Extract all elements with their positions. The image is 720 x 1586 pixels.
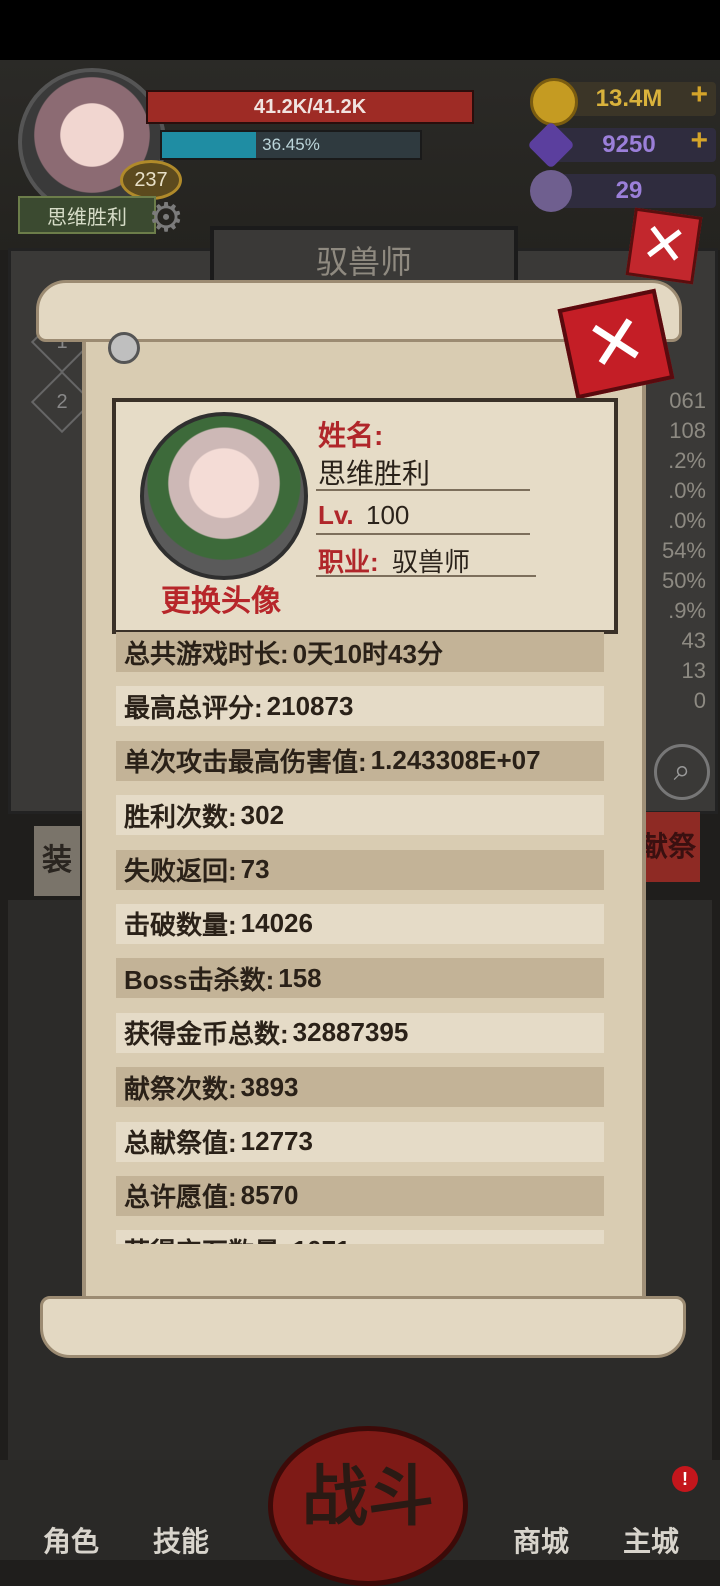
search-icon[interactable]: ⌕ bbox=[654, 744, 710, 800]
stat-row: 获得金币总数: 32887395 bbox=[116, 1012, 604, 1053]
stat-value: 14026 bbox=[240, 908, 313, 939]
stat-row: 总献祭值: 12773 bbox=[116, 1121, 604, 1162]
scroll-bottom-roll bbox=[40, 1296, 686, 1358]
stat-row: 胜利次数: 302 bbox=[116, 795, 604, 836]
side-value: .2% bbox=[668, 448, 706, 473]
stat-label: 献祭次数: bbox=[124, 1073, 237, 1104]
side-value: 061 bbox=[669, 388, 706, 413]
stat-label: 单次攻击最高伤害值: bbox=[124, 747, 367, 778]
exp-text: 36.45% bbox=[262, 135, 320, 154]
add-gem-button[interactable]: + bbox=[690, 124, 708, 158]
stat-value: 8570 bbox=[240, 1180, 299, 1211]
stat-row: 献祭次数: 3893 bbox=[116, 1067, 604, 1108]
stat-label: 击破数量: bbox=[124, 910, 237, 941]
stat-label: 获得金币总数: bbox=[124, 1019, 289, 1050]
stat-value: 12773 bbox=[240, 1126, 313, 1157]
side-value: 54% bbox=[661, 538, 706, 563]
stat-label: 获得宝石数量: bbox=[124, 1232, 289, 1244]
character-portrait[interactable] bbox=[140, 412, 308, 580]
side-value: 50% bbox=[661, 568, 706, 593]
nav-shop-label: 商城 bbox=[512, 1526, 569, 1557]
stat-label: 最高总评分: bbox=[124, 692, 263, 723]
stat-row: 单次攻击最高伤害值: 1.243308E+07 bbox=[116, 740, 604, 781]
stat-label: 总献祭值: bbox=[124, 1128, 237, 1159]
ram-skull-icon bbox=[530, 170, 572, 212]
hp-text: 41.2K/41.2K bbox=[253, 96, 367, 118]
equipment-tab[interactable]: 装 bbox=[34, 826, 80, 896]
job-value: 驭兽师 bbox=[392, 547, 471, 577]
stat-value: 1071 bbox=[293, 1235, 351, 1244]
stat-value: 3893 bbox=[240, 1071, 299, 1102]
gem-resource: 9250 + bbox=[527, 121, 720, 169]
stat-row: Boss击杀数: 158 bbox=[116, 958, 604, 999]
side-value: .9% bbox=[668, 598, 706, 623]
divider bbox=[316, 533, 530, 535]
name-label: 姓名: bbox=[318, 420, 384, 451]
gold-coin-icon bbox=[530, 78, 578, 126]
stat-value: 210873 bbox=[266, 690, 354, 721]
nav-role-button[interactable]: 角色 bbox=[26, 1464, 116, 1560]
stat-value: 73 bbox=[240, 854, 270, 885]
job-label: 职业: bbox=[318, 547, 379, 577]
stat-label: 总共游戏时长: bbox=[124, 638, 289, 669]
stat-label: 失败返回: bbox=[124, 856, 237, 887]
side-value: .0% bbox=[668, 478, 706, 503]
side-value: 43 bbox=[681, 628, 706, 653]
name-value: 思维胜利 bbox=[318, 458, 431, 489]
side-value: 108 bbox=[669, 418, 706, 443]
skull-value: 29 bbox=[615, 177, 643, 204]
stat-label: 胜利次数: bbox=[124, 801, 237, 832]
gold-value: 13.4M bbox=[595, 85, 663, 112]
stat-label: Boss击杀数: bbox=[124, 964, 275, 995]
gold-resource: 13.4M + bbox=[530, 78, 720, 126]
change-avatar-button[interactable]: 更换头像 bbox=[156, 576, 286, 620]
stat-label: 总许愿值: bbox=[124, 1182, 237, 1213]
status-bar bbox=[0, 0, 720, 60]
hp-bar: 41.2K/41.2K bbox=[146, 90, 474, 124]
nav-role-label: 角色 bbox=[42, 1526, 99, 1557]
stat-row: 最高总评分: 210873 bbox=[116, 686, 604, 727]
pin-icon bbox=[108, 332, 140, 364]
add-gold-button[interactable]: + bbox=[690, 78, 708, 112]
stat-row: 失败返回: 73 bbox=[116, 849, 604, 890]
player-level-badge: 237 bbox=[120, 160, 182, 200]
stats-list[interactable]: 总共游戏时长: 0天10时43分 最高总评分: 210873 单次攻击最高伤害值: 1… bbox=[116, 632, 604, 1244]
stat-value: 32887395 bbox=[292, 1017, 409, 1048]
player-name-plate: 思维胜利 bbox=[18, 196, 156, 234]
stat-row: 总许愿值: 8570 bbox=[116, 1175, 604, 1216]
stat-value: 1.243308E+07 bbox=[370, 745, 541, 776]
nav-shop-button[interactable]: 商城 bbox=[496, 1464, 586, 1560]
divider bbox=[316, 575, 536, 577]
side-value: .0% bbox=[668, 508, 706, 533]
nav-skills-button[interactable]: 技能 bbox=[136, 1464, 226, 1560]
skull-resource: 29 bbox=[530, 170, 720, 212]
nav-city-label: 主城 bbox=[622, 1526, 679, 1557]
side-value: 13 bbox=[681, 658, 706, 683]
settings-gear-icon[interactable]: ⚙ bbox=[144, 196, 188, 240]
nav-skills-label: 技能 bbox=[152, 1526, 209, 1557]
stat-value: 0天10时43分 bbox=[292, 638, 443, 669]
stat-row: 获得宝石数量: 1071 bbox=[116, 1230, 604, 1244]
level-value: 100 bbox=[366, 500, 410, 530]
exp-bar: 36.45% bbox=[160, 130, 422, 160]
class-panel-close-icon[interactable]: ✕ bbox=[625, 207, 703, 285]
stat-value: 158 bbox=[278, 962, 322, 993]
city-alert-badge: ! bbox=[672, 1466, 698, 1492]
gem-value: 9250 bbox=[602, 131, 656, 158]
battle-button[interactable]: 战斗 bbox=[268, 1426, 468, 1586]
side-value: 0 bbox=[693, 688, 706, 713]
stat-row: 击破数量: 14026 bbox=[116, 903, 604, 944]
divider bbox=[316, 489, 530, 491]
stat-row: 总共游戏时长: 0天10时43分 bbox=[116, 632, 604, 672]
level-label: Lv. bbox=[318, 500, 354, 530]
stat-value: 302 bbox=[240, 799, 285, 830]
